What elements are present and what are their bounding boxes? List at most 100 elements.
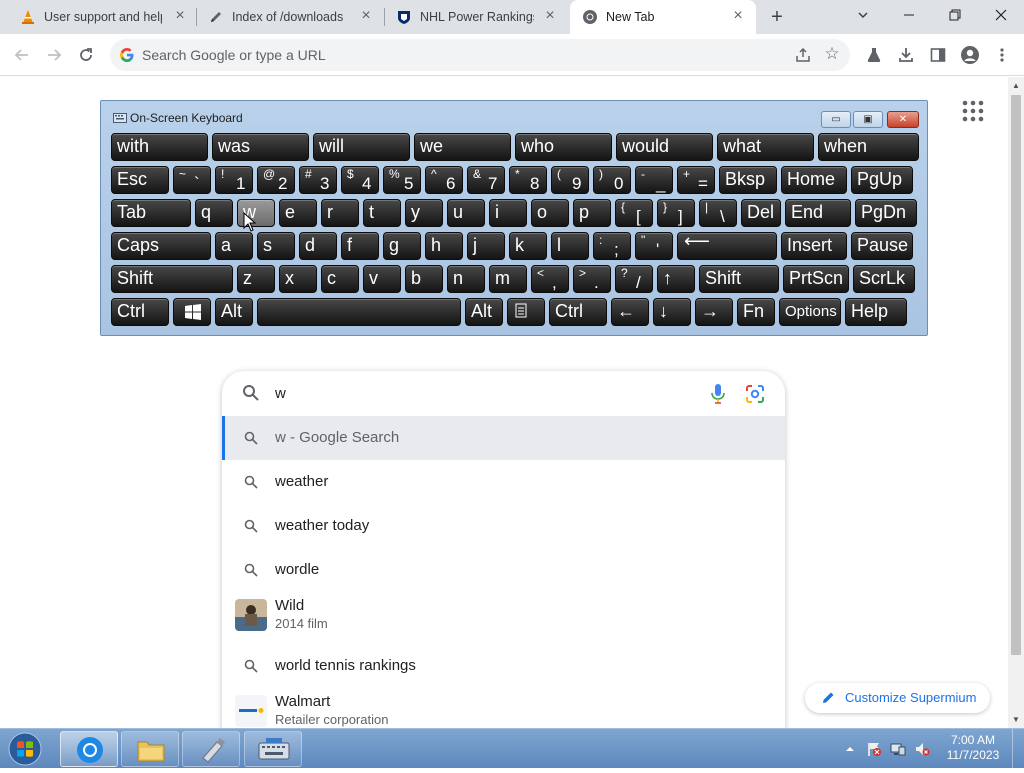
- suggestion-item[interactable]: Walmart Retailer corporation: [222, 688, 785, 731]
- network-icon[interactable]: [890, 741, 906, 757]
- profile-button[interactable]: [958, 43, 982, 67]
- osk-key-home[interactable]: Home: [781, 166, 847, 194]
- osk-key-o[interactable]: o: [531, 199, 569, 227]
- tray-expand-icon[interactable]: [845, 741, 855, 757]
- new-tab-button[interactable]: +: [766, 6, 788, 28]
- search-input[interactable]: w: [275, 385, 286, 402]
- osk-key-j[interactable]: j: [467, 232, 505, 260]
- system-clock[interactable]: 7:00 AM 11/7/2023: [940, 733, 1006, 763]
- tab-nhl-power-rankings[interactable]: NHL Power Rankings: ×: [384, 0, 570, 34]
- osk-key-d[interactable]: d: [299, 232, 337, 260]
- osk-key-2[interactable]: @2: [257, 166, 295, 194]
- tab-user-support[interactable]: User support and help ×: [8, 0, 198, 34]
- osk-key-symbol[interactable]: | \: [699, 199, 737, 227]
- osk-key-would[interactable]: would: [616, 133, 713, 161]
- osk-key-symbol[interactable]: ? /: [615, 265, 653, 293]
- customize-button[interactable]: Customize Supermium: [805, 683, 990, 713]
- taskbar-chrome[interactable]: [60, 731, 118, 767]
- osk-key-symbol[interactable]: " ': [635, 232, 673, 260]
- osk-key-shift[interactable]: Shift: [699, 265, 779, 293]
- osk-key-what[interactable]: what: [717, 133, 814, 161]
- address-bar[interactable]: Search Google or type a URL ☆: [110, 39, 850, 71]
- suggestion-item[interactable]: weather: [222, 460, 785, 504]
- extensions-button[interactable]: [862, 43, 886, 67]
- osk-key-8[interactable]: * 8: [509, 166, 547, 194]
- tab-search-chevron-icon[interactable]: [840, 0, 886, 30]
- osk-key-alt[interactable]: Alt: [465, 298, 503, 326]
- osk-key-q[interactable]: q: [195, 199, 233, 227]
- osk-key-y[interactable]: y: [405, 199, 443, 227]
- osk-key-i[interactable]: i: [489, 199, 527, 227]
- osk-key-z[interactable]: z: [237, 265, 275, 293]
- osk-key-r[interactable]: r: [321, 199, 359, 227]
- volume-muted-icon[interactable]: [914, 741, 930, 757]
- osk-key-end[interactable]: End: [785, 199, 851, 227]
- scroll-up-arrow-icon[interactable]: ▲: [1008, 79, 1024, 93]
- scrollbar-thumb[interactable]: [1011, 95, 1021, 655]
- osk-key-symbol[interactable]: ~ `: [173, 166, 211, 194]
- osk-key-g[interactable]: g: [383, 232, 421, 260]
- minimize-button[interactable]: [886, 0, 932, 30]
- suggestion-item[interactable]: Wild 2014 film: [222, 592, 785, 642]
- osk-key-symbol[interactable]: - _: [635, 166, 673, 194]
- osk-key-we[interactable]: we: [414, 133, 511, 161]
- osk-key-ctrl[interactable]: Ctrl: [111, 298, 169, 326]
- osk-key-symbol[interactable]: ←: [611, 298, 649, 326]
- action-center-flag-icon[interactable]: [866, 741, 882, 757]
- start-button[interactable]: [5, 731, 45, 768]
- osk-key-4[interactable]: $4: [341, 166, 379, 194]
- close-window-button[interactable]: [978, 0, 1024, 30]
- osk-key-0[interactable]: ) 0: [593, 166, 631, 194]
- osk-key-e[interactable]: e: [279, 199, 317, 227]
- osk-key-6[interactable]: ^ 6: [425, 166, 463, 194]
- osk-key-m[interactable]: m: [489, 265, 527, 293]
- osk-key-l[interactable]: l: [551, 232, 589, 260]
- osk-key-c[interactable]: c: [321, 265, 359, 293]
- osk-key-1[interactable]: ! 1: [215, 166, 253, 194]
- osk-key-u[interactable]: u: [447, 199, 485, 227]
- osk-key-3[interactable]: #3: [299, 166, 337, 194]
- osk-key-scrlk[interactable]: ScrLk: [853, 265, 915, 293]
- osk-key-with[interactable]: with: [111, 133, 208, 161]
- taskbar-on-screen-keyboard[interactable]: [244, 731, 302, 767]
- osk-key-who[interactable]: who: [515, 133, 612, 161]
- scroll-down-arrow-icon[interactable]: ▼: [1008, 713, 1024, 727]
- osk-key-help[interactable]: Help: [845, 298, 907, 326]
- osk-key-k[interactable]: k: [509, 232, 547, 260]
- osk-key-symbol[interactable]: ↑: [657, 265, 695, 293]
- osk-key-when[interactable]: when: [818, 133, 919, 161]
- osk-key-symbol[interactable]: →: [695, 298, 733, 326]
- osk-key-symbol[interactable]: ⟵: [677, 232, 777, 260]
- osk-close-button[interactable]: ✕: [887, 111, 919, 128]
- osk-key-caps[interactable]: Caps: [111, 232, 211, 260]
- close-icon[interactable]: ×: [730, 8, 746, 24]
- osk-key-menu[interactable]: [507, 298, 545, 326]
- downloads-button[interactable]: [894, 43, 918, 67]
- osk-key-bksp[interactable]: Bksp: [719, 166, 777, 194]
- osk-key-was[interactable]: was: [212, 133, 309, 161]
- osk-key-ctrl[interactable]: Ctrl: [549, 298, 607, 326]
- reload-button[interactable]: [74, 43, 98, 67]
- bookmark-star-icon[interactable]: ☆: [822, 44, 842, 64]
- osk-key-symbol[interactable]: >.: [573, 265, 611, 293]
- osk-key-b[interactable]: b: [405, 265, 443, 293]
- osk-key-options[interactable]: Options: [779, 298, 841, 326]
- osk-key-s[interactable]: s: [257, 232, 295, 260]
- osk-key-alt[interactable]: Alt: [215, 298, 253, 326]
- google-lens-icon[interactable]: [745, 384, 765, 404]
- google-apps-icon[interactable]: [962, 100, 984, 122]
- osk-key-9[interactable]: (9: [551, 166, 589, 194]
- close-icon[interactable]: ×: [358, 8, 374, 24]
- menu-button[interactable]: [990, 43, 1014, 67]
- osk-key-will[interactable]: will: [313, 133, 410, 161]
- osk-key-symbol[interactable]: }]: [657, 199, 695, 227]
- osk-key-p[interactable]: p: [573, 199, 611, 227]
- osk-key-symbol[interactable]: <,: [531, 265, 569, 293]
- osk-key-insert[interactable]: Insert: [781, 232, 847, 260]
- osk-key-v[interactable]: v: [363, 265, 401, 293]
- suggestion-item[interactable]: wordle: [222, 548, 785, 592]
- suggestion-item[interactable]: world tennis rankings: [222, 644, 785, 688]
- on-screen-keyboard-window[interactable]: On-Screen Keyboard ▭ ▣ ✕ with was will we wh…: [100, 100, 928, 336]
- osk-key-symbol[interactable]: ↓: [653, 298, 691, 326]
- osk-key-x[interactable]: x: [279, 265, 317, 293]
